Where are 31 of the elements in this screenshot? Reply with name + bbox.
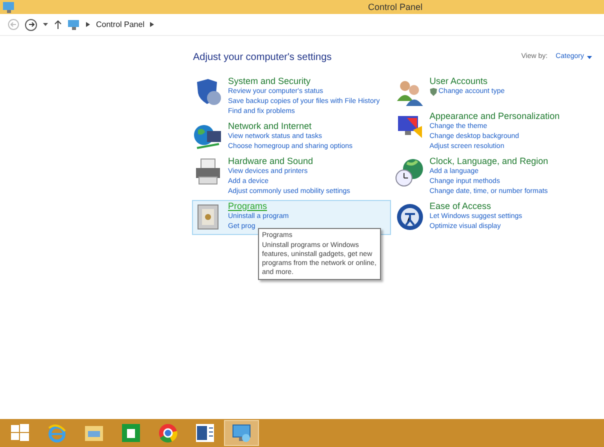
category-title[interactable]: Network and Internet	[228, 121, 353, 132]
printer-icon	[193, 157, 223, 187]
control-panel-icon	[3, 2, 15, 12]
browser-e-icon	[46, 422, 68, 444]
control-panel-icon	[68, 20, 80, 30]
clock-globe-icon	[394, 157, 424, 187]
breadcrumb-item[interactable]: Control Panel	[96, 18, 144, 30]
shield-icon	[430, 88, 436, 96]
category-title[interactable]: User Accounts	[430, 76, 505, 87]
taskbar-button[interactable]	[224, 420, 259, 446]
up-arrow-icon[interactable]	[54, 20, 62, 29]
control-panel-icon	[230, 422, 252, 444]
forward-button[interactable]	[25, 18, 37, 30]
back-arrow-icon	[10, 21, 17, 28]
globe-icon	[193, 122, 223, 152]
word-icon	[194, 422, 216, 444]
chrome-icon	[156, 422, 178, 444]
dropdown-caret-icon	[587, 56, 592, 60]
windows-logo-icon	[8, 422, 30, 444]
category-title[interactable]: Clock, Language, and Region	[430, 156, 548, 167]
chevron-right-icon	[86, 22, 90, 27]
category-title[interactable]: Ease of Access	[430, 201, 522, 212]
category-title[interactable]: Appearance and Personalization	[430, 111, 560, 122]
category-title[interactable]: Hardware and Sound	[228, 156, 350, 167]
dropdown-caret-icon[interactable]	[43, 22, 48, 26]
chevron-right-icon	[150, 22, 154, 27]
accessibility-icon	[394, 202, 424, 232]
category-title[interactable]: System and Security	[228, 76, 380, 87]
forward-arrow-icon	[28, 21, 34, 28]
page-heading: Adjust your computer's settings	[193, 51, 332, 65]
window-title: Control Panel	[368, 1, 423, 14]
